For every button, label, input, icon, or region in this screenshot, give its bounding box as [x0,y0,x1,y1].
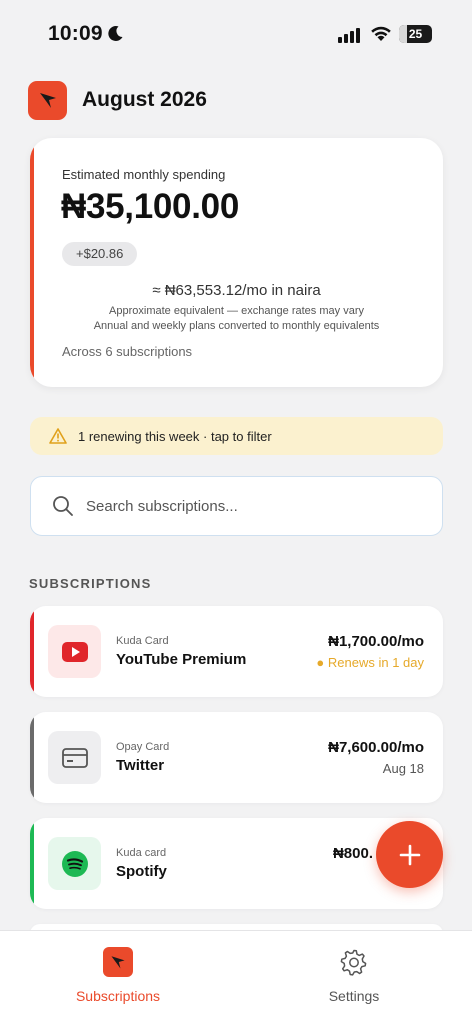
subscription-count: Across 6 subscriptions [62,344,193,359]
monthly-total: ₦35,100.00 [61,187,239,226]
subscription-icon-box [48,731,101,784]
usd-delta-badge: +$20.86 [62,242,138,266]
summary-label: Estimated monthly spending [62,167,226,182]
tab-subscriptions[interactable]: Subscriptions [28,947,208,1004]
subscription-price: ₦800. [332,845,373,862]
app-logo [28,80,67,120]
search-icon [53,496,73,516]
youtube-icon [61,641,88,662]
section-title: SUBSCRIPTIONS [29,576,152,591]
alert-text: 1 renewing this week · tap to filter [78,428,272,444]
gear-icon [340,949,367,976]
tab-settings[interactable]: Settings [264,947,444,1004]
subscription-accent-bar [30,606,34,697]
naira-equivalent: ≈ ₦63,553.12/mo in naira [152,282,321,299]
battery-icon: 25 [399,25,432,43]
spotify-icon [61,850,88,877]
status-time: 10:09 [48,22,103,45]
moon-icon [108,26,123,42]
subscription-price: ₦1,700.00/mo [328,633,424,650]
credit-card-icon [61,747,88,768]
renewal-date: Aug 18 [382,761,424,776]
subscription-name: Spotify [116,863,167,880]
summary-accent-bar [30,138,34,387]
status-bar: 10:09 25 [0,0,472,60]
add-subscription-button[interactable] [376,821,443,888]
exchange-rate-note: Approximate equivalent — exchange rates … [109,305,364,317]
payment-card-label: Kuda card [116,847,167,859]
payment-card-label: Opay Card [116,741,170,753]
bottom-tab-bar: Subscriptions Settings [0,930,472,1024]
subscriptions-tab-icon [103,947,133,977]
search-input[interactable] [86,497,406,515]
warning-icon [49,428,67,444]
page-title: August 2026 [82,88,207,111]
subscription-accent-bar [30,712,34,803]
tab-label-subscriptions: Subscriptions [75,988,161,1004]
subscription-item-twitter[interactable]: Opay Card Twitter ₦7,600.00/mo Aug 18 [30,712,443,803]
subscription-name: Twitter [116,757,165,774]
subscription-name: YouTube Premium [116,651,247,668]
spending-summary-card: Estimated monthly spending ₦35,100.00 +$… [30,138,443,387]
plus-icon [399,844,420,865]
bird-logo-icon [111,956,125,969]
renewal-status: ● Renews in 1 day [316,655,424,670]
renewal-alert-banner[interactable]: 1 renewing this week · tap to filter [30,417,443,455]
search-bar[interactable] [30,476,443,536]
subscription-accent-bar [30,818,34,909]
wifi-icon [371,26,391,41]
conversion-note: Annual and weekly plans converted to mon… [93,320,380,332]
payment-card-label: Kuda Card [116,635,169,647]
subscription-price: ₦7,600.00/mo [328,739,424,756]
battery-percent: 25 [408,27,423,41]
subscription-icon-box [48,625,101,678]
page-header: August 2026 [28,80,207,120]
subscription-item-youtube[interactable]: Kuda Card YouTube Premium ₦1,700.00/mo ●… [30,606,443,697]
subscription-icon-box [48,837,101,890]
cellular-signal-icon [338,28,360,43]
bird-logo-icon [39,93,56,108]
tab-label-settings: Settings [328,988,380,1004]
